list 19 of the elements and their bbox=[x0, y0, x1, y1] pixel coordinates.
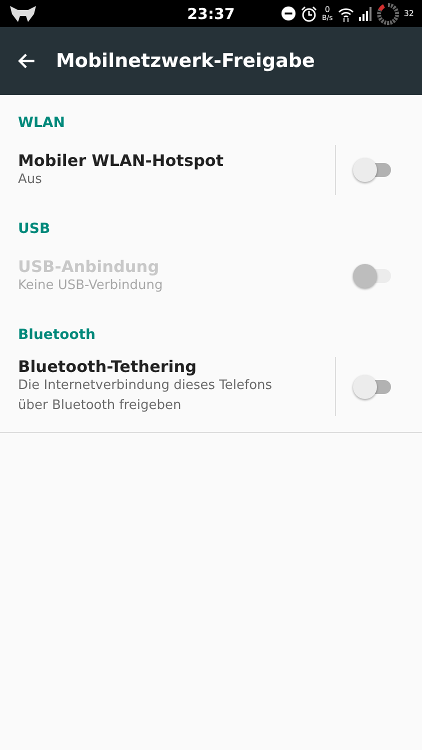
setting-summary: Aus bbox=[18, 170, 43, 188]
section-header: Bluetooth bbox=[17, 326, 97, 345]
battery-gauge-icon bbox=[376, 2, 399, 24]
wifi-icon bbox=[338, 6, 354, 22]
clock-time: 23:37 bbox=[186, 4, 236, 22]
setting-summary: Keine USB-Verbindung bbox=[18, 276, 164, 294]
setting-summary: Die Internetverbindung dieses Telefons bbox=[18, 377, 274, 395]
setting-title: Bluetooth-Tethering bbox=[18, 357, 198, 376]
alarm-icon bbox=[301, 6, 317, 22]
battery-level: 32 bbox=[404, 9, 414, 18]
section-header: USB bbox=[17, 220, 52, 239]
setting-summary: über Bluetooth freigeben bbox=[18, 397, 182, 415]
setting-title: Mobiler WLAN-Hotspot bbox=[18, 150, 225, 170]
section-header: WLAN bbox=[17, 114, 66, 133]
screen-title: Mobilnetzwerk-Freigabe bbox=[56, 50, 315, 72]
snake-logo-icon bbox=[8, 4, 38, 24]
do-not-disturb-icon bbox=[281, 6, 296, 21]
signal-icon bbox=[358, 6, 372, 20]
speed-value: 0 bbox=[324, 6, 330, 14]
